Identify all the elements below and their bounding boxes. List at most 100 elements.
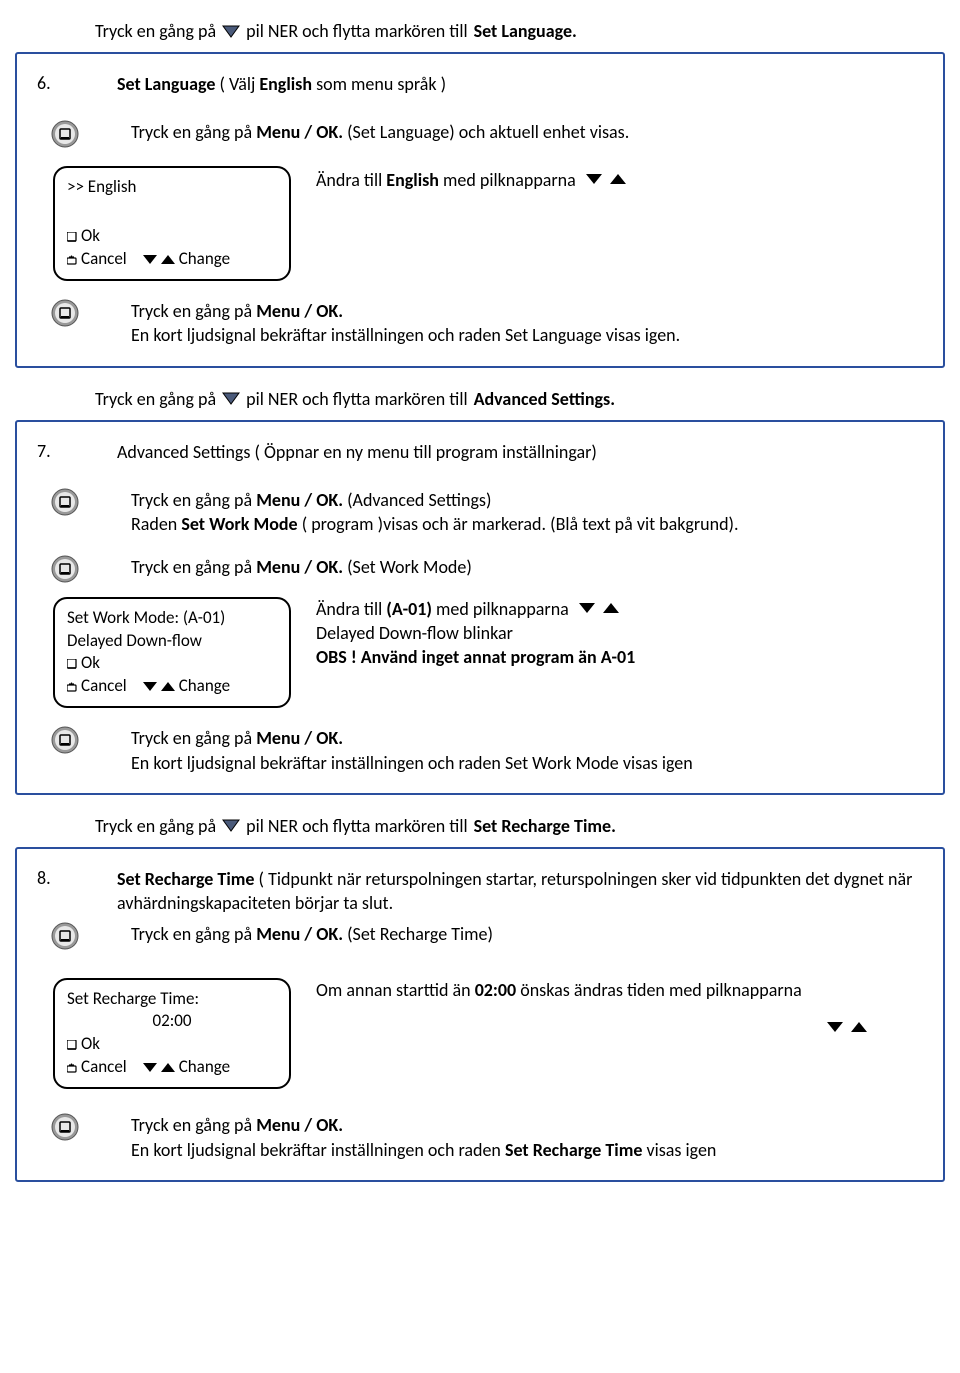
text: Tryck en gång på [131,300,256,322]
text: Menu / OK. [256,489,343,511]
text: Tryck en gång på [131,1114,256,1136]
ok-mini-icon [67,659,77,669]
text: pil NER och flytta markören till [246,20,467,42]
text: Menu / OK. [256,556,343,578]
lcd-screen: Set Recharge Time: 02:00 Ok Cancel Chang… [53,978,291,1090]
text: (A-01) [386,598,432,620]
text: Menu / OK. [256,727,343,749]
arrow-down-icon [143,1063,157,1072]
step-8-box: 8. Set Recharge Time ( Tidpunkt när retu… [15,847,945,1182]
title-part: Set Recharge Time [117,868,254,890]
arrow-down-icon [222,819,240,832]
text: (Set Work Mode) [343,556,472,578]
screen-selection: >> English [67,176,277,199]
text: (Set Recharge Time) [343,923,493,945]
step-title: Advanced Settings ( Öppnar en ny menu ti… [117,440,929,464]
title-part: English [259,73,312,95]
text: Menu / OK. [256,300,343,322]
text: Tryck en gång på [95,388,216,410]
arrow-up-icon [161,255,175,264]
screen-ok: Ok [81,652,100,675]
text: Raden [131,513,181,535]
screen-change: Change [179,248,230,271]
arrow-up-icon [161,1063,175,1072]
text: En kort ljudsignal bekräftar inställning… [131,1139,505,1161]
text: Delayed Down-flow blinkar [316,621,929,645]
text: En kort ljudsignal bekräftar inställning… [131,323,929,347]
arrow-up-icon [161,682,175,691]
screen-change: Change [179,675,230,698]
cancel-mini-icon [67,255,77,265]
text: English [386,169,439,191]
text: (Set Language) och aktuell enhet visas. [343,121,629,143]
ok-mini-icon [67,232,77,242]
cancel-mini-icon [67,1063,77,1073]
screen-line: Set Work Mode: (A-01) [67,607,277,630]
text: Set Recharge Time [505,1139,642,1161]
title-part: ( Välj [215,73,259,95]
text: Menu / OK. [256,923,343,945]
target-text: Set Language. [474,20,577,42]
title-part: som menu språk ) [312,73,446,95]
target-text: Set Recharge Time. [474,815,616,837]
arrow-down-icon [827,1022,845,1034]
text: Menu / OK. [256,121,343,143]
screen-ok: Ok [81,1033,100,1056]
text: OBS ! Använd inget annat program än A-01 [316,645,929,669]
instruction-line: Tryck en gång på pil NER och flytta mark… [95,388,945,410]
text: Tryck en gång på [131,121,256,143]
arrow-down-icon [579,603,597,615]
lcd-screen: >> English Ok Cancel Change [53,166,291,281]
text: Om annan starttid än [316,979,475,1001]
cancel-mini-icon [67,682,77,692]
screen-line: Set Recharge Time: [67,988,277,1011]
instruction-line: Tryck en gång på pil NER och flytta mark… [95,815,945,837]
arrow-down-icon [143,255,157,264]
target-text: Advanced Settings. [474,388,615,410]
text: 02:00 [475,979,516,1001]
menu-ok-icon [51,299,79,327]
step-6-box: 6. Set Language ( Välj English som menu … [15,52,945,368]
text: visas igen [642,1139,716,1161]
menu-ok-icon [51,1113,79,1141]
text: Tryck en gång på [131,556,256,578]
screen-cancel: Cancel [81,1056,127,1079]
arrow-up-icon [851,1022,869,1034]
arrow-up-icon [603,603,621,615]
menu-ok-icon [51,555,79,583]
text: Tryck en gång på [131,489,256,511]
screen-line: 02:00 [67,1010,277,1033]
text: (Advanced Settings) [343,489,491,511]
arrow-down-icon [222,392,240,405]
menu-ok-icon [51,120,79,148]
screen-cancel: Cancel [81,675,127,698]
ok-mini-icon [67,1040,77,1050]
text: Tryck en gång på [95,20,216,42]
text: Set Work Mode [181,513,297,535]
arrow-down-icon [143,682,157,691]
screen-cancel: Cancel [81,248,127,271]
text: med pilknapparna [432,598,569,620]
text: Ändra till [316,169,386,191]
step-number: 8. [31,867,117,889]
text: med pilknapparna [439,169,576,191]
menu-ok-icon [51,726,79,754]
text: pil NER och flytta markören till [246,388,467,410]
lcd-screen: Set Work Mode: (A-01) Delayed Down-flow … [53,597,291,709]
text: Ändra till [316,598,386,620]
text: Menu / OK. [256,1114,343,1136]
step-number: 7. [31,440,117,462]
screen-line: Delayed Down-flow [67,630,277,653]
menu-ok-icon [51,488,79,516]
arrow-down-icon [222,25,240,38]
arrow-down-icon [586,174,604,186]
menu-ok-icon [51,922,79,950]
text: önskas ändras tiden med pilknapparna [516,979,802,1001]
text: En kort ljudsignal bekräftar inställning… [131,751,929,775]
text: Tryck en gång på [95,815,216,837]
screen-ok: Ok [81,225,100,248]
arrow-up-icon [610,174,628,186]
step-7-box: 7. Advanced Settings ( Öppnar en ny menu… [15,420,945,795]
text: Tryck en gång på [131,727,256,749]
text: Tryck en gång på [131,923,256,945]
